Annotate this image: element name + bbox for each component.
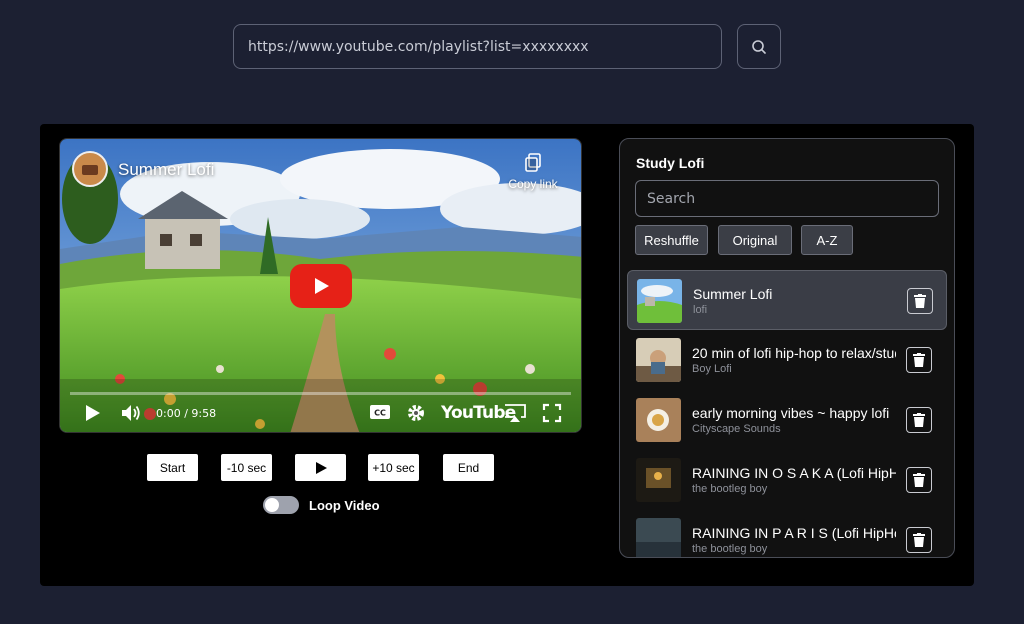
play-icon[interactable]	[84, 403, 102, 423]
trash-icon	[913, 473, 925, 487]
video-thumbnail	[636, 398, 681, 442]
captions-label: CC	[374, 409, 386, 418]
original-order-button[interactable]: Original	[718, 225, 792, 255]
playlist-item[interactable]: RAINING IN P A R I S (Lofi HipHop) the b…	[627, 510, 947, 557]
video-thumbnail	[636, 338, 681, 382]
playlist-search-input[interactable]: Search	[635, 180, 939, 217]
search-icon	[752, 39, 766, 54]
delete-button[interactable]	[906, 347, 932, 373]
player-controls: 0:00 / 9:58 CC YouTube	[60, 399, 581, 429]
item-channel: the bootleg boy	[692, 483, 768, 495]
video-thumbnail	[636, 518, 681, 557]
progress-bar[interactable]	[70, 392, 571, 395]
item-title: Summer Lofi	[693, 286, 773, 302]
playlist-panel: Study Lofi Search Reshuffle Original A-Z…	[619, 138, 955, 558]
item-channel: the bootleg boy	[692, 543, 768, 555]
play-icon	[315, 461, 327, 474]
youtube-play-button[interactable]	[290, 264, 352, 308]
load-playlist-button[interactable]	[737, 24, 781, 69]
trash-icon	[913, 533, 925, 547]
delete-button[interactable]	[906, 527, 932, 553]
trash-icon	[913, 413, 925, 427]
gear-icon[interactable]	[406, 403, 426, 423]
airplay-icon[interactable]	[503, 403, 527, 423]
playlist-item[interactable]: Summer Lofi lofi	[627, 270, 947, 330]
video-thumbnail	[637, 279, 682, 323]
video-thumbnail	[636, 458, 681, 502]
item-channel: Cityscape Sounds	[692, 423, 781, 435]
video-title[interactable]: Summer Lofi	[118, 160, 214, 180]
item-title: early morning vibes ~ happy lofi	[692, 405, 890, 421]
volume-icon[interactable]	[120, 403, 142, 423]
loop-toggle[interactable]	[263, 496, 299, 514]
playlist-title: Study Lofi	[636, 155, 705, 171]
play-pause-button[interactable]	[295, 454, 346, 481]
playlist-item[interactable]: 20 min of lofi hip-hop to relax/study Bo…	[627, 330, 947, 390]
delete-button[interactable]	[906, 407, 932, 433]
item-title: 20 min of lofi hip-hop to relax/study	[692, 345, 896, 361]
trash-icon	[914, 294, 926, 308]
delete-button[interactable]	[907, 288, 933, 314]
playlist-item[interactable]: early morning vibes ~ happy lofi Citysca…	[627, 390, 947, 450]
copy-link-label: Copy link	[508, 177, 558, 191]
fullscreen-icon[interactable]	[542, 403, 562, 423]
toggle-knob	[265, 498, 279, 512]
reshuffle-button[interactable]: Reshuffle	[635, 225, 708, 255]
playlist-item[interactable]: RAINING IN O S A K A (Lofi HipHop) the b…	[627, 450, 947, 510]
captions-icon[interactable]: CC	[369, 403, 391, 421]
play-icon	[315, 278, 329, 294]
forward-10-button[interactable]: +10 sec	[368, 454, 419, 481]
back-10-button[interactable]: -10 sec	[221, 454, 272, 481]
delete-button[interactable]	[906, 467, 932, 493]
end-button[interactable]: End	[443, 454, 494, 481]
trash-icon	[913, 353, 925, 367]
channel-avatar[interactable]	[72, 151, 108, 187]
start-button[interactable]: Start	[147, 454, 198, 481]
playlist-url-input[interactable]: https://www.youtube.com/playlist?list=xx…	[233, 24, 722, 69]
item-channel: lofi	[693, 304, 708, 316]
item-title: RAINING IN P A R I S (Lofi HipHop)	[692, 525, 896, 541]
item-title: RAINING IN O S A K A (Lofi HipHop)	[692, 465, 896, 481]
sort-az-button[interactable]: A-Z	[801, 225, 853, 255]
loop-label: Loop Video	[309, 498, 380, 513]
copy-link-button[interactable]: Copy link	[503, 153, 563, 191]
copy-icon	[525, 153, 541, 172]
time-display: 0:00 / 9:58	[156, 407, 217, 420]
video-player[interactable]: Summer Lofi Copy link 0:00 / 9:58 CC You…	[59, 138, 582, 433]
item-channel: Boy Lofi	[692, 363, 732, 375]
